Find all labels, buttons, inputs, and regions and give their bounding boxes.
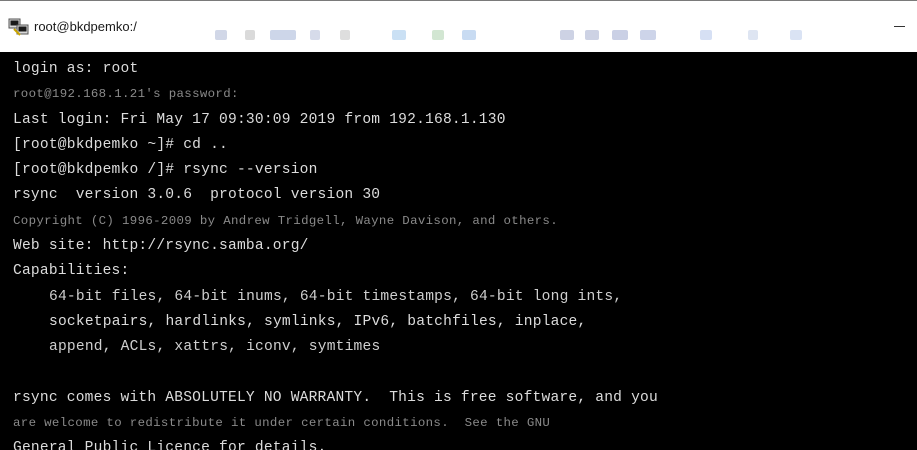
minimize-button[interactable] [879, 15, 917, 37]
terminal-output[interactable]: login as: root root@192.168.1.21's passwo… [0, 52, 917, 450]
terminal-line: [root@bkdpemko /]# rsync --version [13, 162, 318, 179]
toolbar-ghost-icon [340, 30, 350, 40]
window-title: root@bkdpemko:/ [34, 19, 137, 34]
terminal-line: Copyright (C) 1996-2009 by Andrew Tridge… [13, 213, 558, 228]
toolbar-ghost-icon [700, 30, 712, 40]
terminal-line: 64-bit files, 64-bit inums, 64-bit times… [49, 288, 623, 305]
toolbar-ghost-icon [585, 30, 599, 40]
toolbar-ghost-icon [215, 30, 227, 40]
putty-window: root@bkdpemko:/ login as: root root@192.1… [0, 0, 917, 450]
terminal-line: login as: root [13, 61, 139, 77]
terminal-line: rsync comes with ABSOLUTELY NO WARRANTY.… [13, 389, 658, 406]
terminal-line: [root@bkdpemko ~]# cd .. [13, 136, 228, 153]
terminal-line: rsync version 3.0.6 protocol version 30 [13, 187, 381, 204]
toolbar-ghost-icon [748, 30, 758, 40]
toolbar-ghost-icon [245, 30, 255, 40]
terminal-line: Last login: Fri May 17 09:30:09 2019 fro… [13, 111, 506, 128]
toolbar-ghost-icon [790, 30, 802, 40]
toolbar-ghost-icon [270, 30, 296, 40]
toolbar-ghost-icon [432, 30, 444, 40]
toolbar-ghost-icon [392, 30, 406, 40]
terminal-line: are welcome to redistribute it under cer… [13, 416, 551, 431]
terminal-line: socketpairs, hardlinks, symlinks, IPv6, … [49, 313, 587, 330]
title-bar[interactable]: root@bkdpemko:/ [0, 1, 917, 52]
toolbar-ghost-icon [612, 30, 628, 40]
terminal-line: Capabilities: [13, 263, 130, 280]
terminal-line: root@192.168.1.21's password: [13, 87, 239, 102]
putty-app-icon[interactable] [8, 18, 30, 36]
terminal-line: append, ACLs, xattrs, iconv, symtimes [49, 339, 381, 356]
terminal-line: Web site: http://rsync.samba.org/ [13, 238, 309, 255]
toolbar-ghost-icon [462, 30, 476, 40]
putty-icon [8, 18, 29, 36]
toolbar-ghost-icon [560, 30, 574, 40]
toolbar-ghost-icon [640, 30, 656, 40]
toolbar-ghost-icon [310, 30, 320, 40]
terminal-line: General Public Licence for details. [13, 440, 327, 450]
